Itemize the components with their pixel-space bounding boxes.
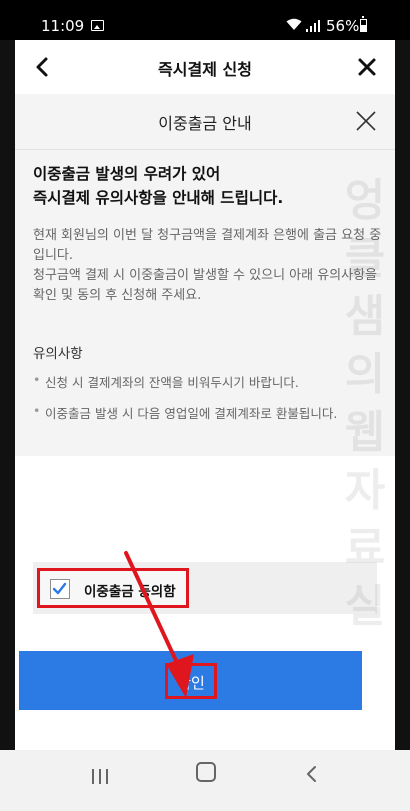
status-bar: 11:09 56% [0, 0, 410, 40]
close-button[interactable] [353, 52, 381, 82]
app-bar: 즉시결제 신청 [15, 40, 395, 94]
watermark: 엉 클 샘 의 웹 자 료 실 [340, 172, 390, 636]
note-item: 신청 시 결제계좌의 잔액을 비워두시기 바랍니다. [33, 372, 385, 391]
wifi-icon [286, 18, 302, 35]
watermark-char: 클 [344, 233, 386, 284]
confirm-highlight: 확인 [165, 663, 217, 699]
watermark-char: 실 [344, 581, 386, 632]
note-item: 이중출금 발생 시 다음 영업일에 결제계좌로 환불됩니다. [33, 403, 385, 422]
confirm-label: 확인 [177, 674, 205, 692]
back-nav-button[interactable] [304, 764, 320, 784]
watermark-char: 웹 [344, 407, 386, 458]
watermark-char: 샘 [344, 291, 386, 342]
app-screen: 즉시결제 신청 이중출금 안내 이중출금 발생의 우려가 있어 즉시결제 유의사… [15, 40, 395, 750]
dim-overlay-right [395, 40, 410, 750]
check-icon [52, 582, 67, 595]
notes-list: 신청 시 결제계좌의 잔액을 비워두시기 바랍니다. 이중출금 발생 시 다음 … [33, 372, 385, 434]
agree-checkbox[interactable] [50, 579, 70, 599]
page-title: 즉시결제 신청 [158, 60, 252, 79]
battery-icon [360, 16, 367, 32]
headline-line2: 즉시결제 유의사항을 안내해 드립니다. [33, 189, 284, 207]
confirm-button[interactable]: 확인 [19, 651, 362, 710]
home-button[interactable] [196, 762, 216, 782]
agree-checkbox-row[interactable]: 이중출금 동의함 [37, 568, 189, 608]
agree-label: 이중출금 동의함 [84, 584, 176, 600]
sheet-close-button[interactable] [351, 106, 381, 136]
sheet-header: 이중출금 안내 [15, 94, 395, 150]
watermark-char: 료 [344, 523, 386, 574]
signal-icon [305, 18, 321, 32]
headline-line1: 이중출금 발생의 우려가 있어 [33, 165, 221, 183]
sheet-title: 이중출금 안내 [158, 114, 252, 133]
close-icon [356, 111, 376, 131]
watermark-char: 엉 [344, 175, 386, 226]
watermark-char: 의 [344, 349, 386, 400]
close-icon [358, 58, 376, 76]
watermark-char: 자 [344, 465, 386, 516]
recent-apps-icon [92, 769, 108, 784]
dim-overlay-left [0, 40, 15, 750]
battery-percentage: 56% [326, 17, 360, 35]
gallery-icon [91, 20, 104, 31]
sheet-content: 이중출금 발생의 우려가 있어 즉시결제 유의사항을 안내해 드립니다. 현재 … [15, 150, 395, 456]
notes-title: 유의사항 [33, 346, 83, 362]
description: 현재 회원님의 이번 달 청구금액을 결제계좌 은행에 출금 요청 중입니다. … [33, 226, 383, 306]
description-paragraph: 현재 회원님의 이번 달 청구금액을 결제계좌 은행에 출금 요청 중입니다. [33, 228, 382, 263]
chevron-left-icon [307, 766, 316, 782]
status-time: 11:09 [41, 17, 85, 35]
system-navbar [0, 750, 410, 811]
recent-apps-button[interactable] [89, 766, 111, 788]
agree-row: 이중출금 동의함 [33, 562, 377, 614]
headline: 이중출금 발생의 우려가 있어 즉시결제 유의사항을 안내해 드립니다. [33, 162, 383, 210]
description-paragraph: 청구금액 결제 시 이중출금이 발생할 수 있으니 아래 유의사항을 확인 및 … [33, 268, 378, 303]
